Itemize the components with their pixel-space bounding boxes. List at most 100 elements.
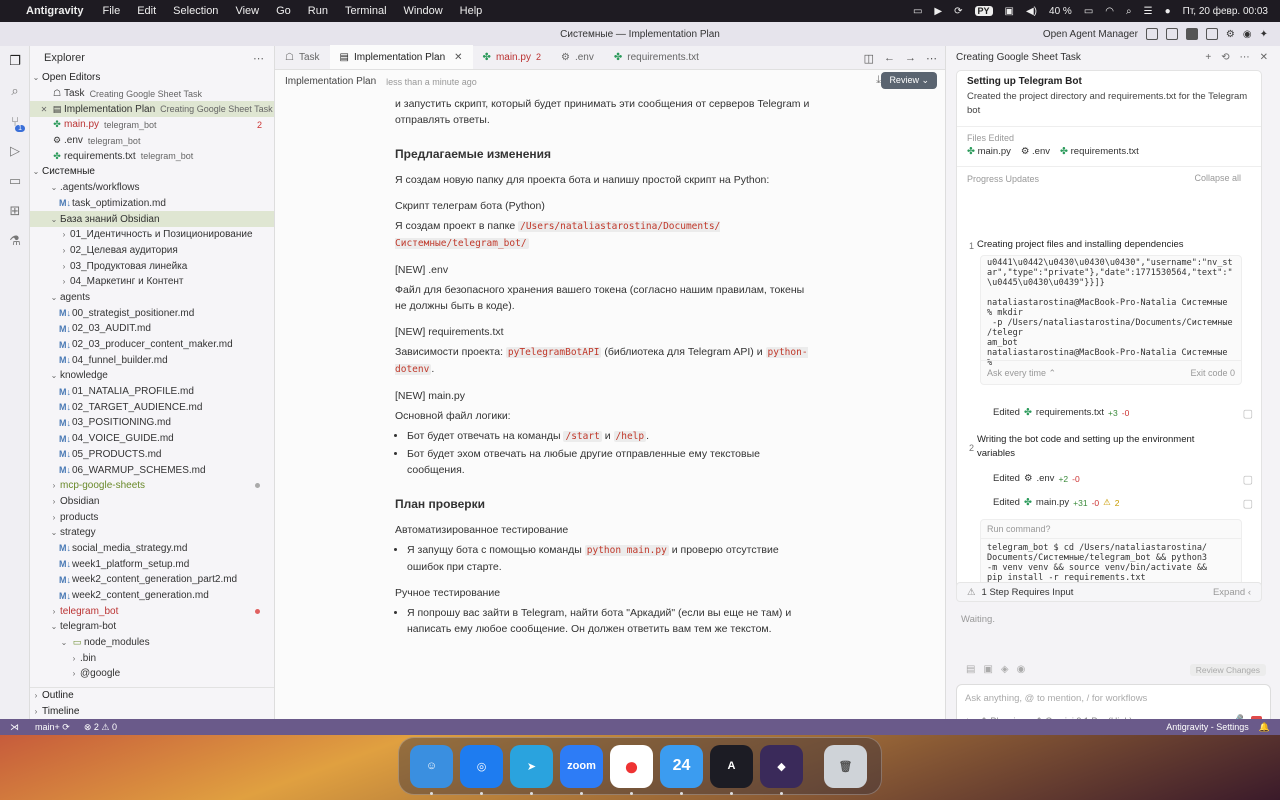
review-button[interactable]: Review ⌄ bbox=[881, 72, 937, 89]
menu-file[interactable]: File bbox=[102, 5, 120, 17]
folder-item[interactable]: › .bin bbox=[30, 650, 274, 666]
file-icon[interactable]: ▤ bbox=[966, 664, 975, 675]
file-item[interactable]: M↓ 00_strategist_positioner.md bbox=[30, 305, 274, 321]
file-item[interactable]: M↓ 03_POSITIONING.md bbox=[30, 415, 274, 431]
download-icon[interactable]: ⤓ bbox=[876, 74, 881, 87]
folder-item[interactable]: ⌄ ▭ node_modules bbox=[30, 635, 274, 651]
file-item[interactable]: M↓ 01_NATALIA_PROFILE.md bbox=[30, 384, 274, 400]
dock-app-calendar-24[interactable]: 24 bbox=[660, 744, 703, 795]
open-file-icon[interactable]: ▢ bbox=[1243, 407, 1253, 420]
expand-button[interactable]: Expand ‹ bbox=[1213, 587, 1251, 598]
menu-run[interactable]: Run bbox=[308, 5, 328, 17]
split-editor-icon[interactable]: ◫ bbox=[864, 52, 874, 65]
file-item[interactable]: M↓ 04_VOICE_GUIDE.md bbox=[30, 431, 274, 447]
folder-item[interactable]: › products bbox=[30, 509, 274, 525]
dock-app-obsidian[interactable]: ◆ bbox=[760, 744, 803, 795]
window-icon[interactable]: ▣ bbox=[1005, 6, 1014, 17]
media-icon[interactable]: ◈ bbox=[1001, 664, 1009, 675]
open-editor-item[interactable]: ✤ main.py telegram_bot 2 bbox=[30, 117, 274, 133]
extensions-icon[interactable]: ✦ bbox=[1260, 29, 1268, 40]
toggle-agent-panel-icon[interactable] bbox=[1185, 28, 1198, 40]
search-icon[interactable]: ⌕ bbox=[0, 76, 30, 106]
control-center-icon[interactable]: ☰ bbox=[1144, 6, 1153, 17]
branch-indicator[interactable]: main+ ⟳ bbox=[35, 722, 70, 733]
open-editor-item[interactable]: ⚙ .env telegram_bot bbox=[30, 133, 274, 149]
tab-task[interactable]: ☖ Task bbox=[275, 45, 330, 69]
folder-item[interactable]: › 02_Целевая аудитория bbox=[30, 243, 274, 259]
folder-item[interactable]: ⌄ .agents / workflows bbox=[30, 180, 274, 196]
user-icon[interactable]: ● bbox=[1165, 6, 1171, 17]
requires-input-bar[interactable]: ⚠ 1 Step Requires Input Expand ‹ bbox=[956, 582, 1262, 602]
extensions-icon[interactable]: ⊞ bbox=[0, 196, 30, 226]
open-editor-item[interactable]: ☖ Task Creating Google Sheet Task bbox=[30, 86, 274, 102]
close-icon[interactable]: ✕ bbox=[38, 105, 50, 114]
remote-icon[interactable]: ▭ bbox=[0, 166, 30, 196]
dock-app-zoom[interactable]: zoom bbox=[560, 744, 603, 795]
file-item[interactable]: M↓ week1_platform_setup.md bbox=[30, 556, 274, 572]
folder-item[interactable]: › telegram_bot bbox=[30, 603, 274, 619]
run-debug-icon[interactable]: ▷ bbox=[0, 136, 30, 166]
open-file-icon[interactable]: ▢ bbox=[1243, 473, 1253, 486]
file-item[interactable]: M↓ week2_content_generation_part2.md bbox=[30, 572, 274, 588]
file-item[interactable]: M↓ task_optimization.md bbox=[30, 196, 274, 212]
menu-selection[interactable]: Selection bbox=[173, 5, 218, 17]
folder-item[interactable]: › Obsidian bbox=[30, 494, 274, 510]
more-actions-icon[interactable]: ⋯ bbox=[253, 52, 264, 65]
tab-main-py[interactable]: ✤ main.py 2 bbox=[473, 45, 551, 69]
close-icon[interactable]: ✕ bbox=[454, 52, 462, 63]
menu-edit[interactable]: Edit bbox=[137, 5, 156, 17]
flask-icon[interactable]: ⚗ bbox=[0, 226, 30, 256]
file-item[interactable]: M↓ 02_03_producer_content_maker.md bbox=[30, 337, 274, 353]
layout-icon[interactable] bbox=[1205, 28, 1218, 40]
add-icon[interactable]: + bbox=[1205, 52, 1211, 63]
folder-item[interactable]: › 04_Маркетинг и Контент bbox=[30, 274, 274, 290]
account-icon[interactable]: ◉ bbox=[1243, 29, 1252, 40]
more-icon[interactable]: ⋯ bbox=[926, 52, 937, 65]
folder-item[interactable]: › 03_Продуктовая линейка bbox=[30, 258, 274, 274]
dock-app-trash[interactable]: 🗑 bbox=[824, 744, 867, 788]
chat-input[interactable]: Ask anything, @ to mention, / for workfl… bbox=[957, 685, 1270, 712]
settings-gear-icon[interactable]: ⚙ bbox=[1226, 29, 1235, 40]
folder-item[interactable]: ⌄ telegram-bot bbox=[30, 619, 274, 635]
settings-link[interactable]: Antigravity - Settings bbox=[1166, 722, 1249, 732]
edited-env[interactable]: Edited ⚙ .env +2 -0 bbox=[993, 473, 1080, 484]
explorer-icon[interactable]: ❐ bbox=[0, 46, 30, 76]
edited-requirements[interactable]: Edited ✤ requirements.txt +3 -0 bbox=[993, 407, 1129, 418]
folder-item[interactable]: ⌄ agents bbox=[30, 290, 274, 306]
tab-requirements[interactable]: ✤ requirements.txt bbox=[604, 45, 709, 69]
dock-app-finder[interactable]: ☺ bbox=[410, 744, 453, 795]
toggle-sidebar-icon[interactable] bbox=[1145, 28, 1158, 40]
open-editor-item[interactable]: ✤ requirements.txt telegram_bot bbox=[30, 148, 274, 164]
file-item[interactable]: M↓ 05_PRODUCTS.md bbox=[30, 447, 274, 463]
clock[interactable]: Пт, 20 февр. 00:03 bbox=[1183, 6, 1268, 17]
toggle-panel-icon[interactable] bbox=[1165, 28, 1178, 40]
forward-icon[interactable]: → bbox=[905, 52, 916, 64]
open-editors-header[interactable]: ⌄ Open Editors bbox=[30, 70, 274, 86]
terminal-output[interactable]: u0441\u0442\u0430\u0430\u0430","username… bbox=[980, 255, 1242, 385]
outline-section[interactable]: › Outline bbox=[30, 688, 274, 704]
dock-app-safari[interactable]: ◎ bbox=[460, 744, 503, 795]
image-icon[interactable]: ▣ bbox=[983, 664, 992, 675]
input-language[interactable]: PY bbox=[974, 6, 993, 16]
folder-item[interactable]: ⌄ База знаний Obsidian bbox=[30, 211, 274, 227]
close-icon[interactable]: ✕ bbox=[1260, 52, 1268, 63]
search-icon[interactable]: ⌕ bbox=[1126, 6, 1132, 17]
edited-main[interactable]: Edited ✤ main.py +31 -0 ⚠ 2 bbox=[993, 497, 1120, 508]
source-control-icon[interactable]: ⑂ 1 bbox=[0, 106, 30, 136]
timeline-section[interactable]: › Timeline bbox=[30, 703, 274, 719]
collapse-all-button[interactable]: Collapse all bbox=[1194, 173, 1241, 183]
play-icon[interactable]: ▶ bbox=[934, 6, 942, 17]
back-icon[interactable]: ← bbox=[884, 52, 895, 64]
screen-share-icon[interactable]: ▭ bbox=[913, 6, 922, 17]
menu-view[interactable]: View bbox=[235, 5, 259, 17]
menu-go[interactable]: Go bbox=[276, 5, 291, 17]
open-agent-manager-link[interactable]: Open Agent Manager bbox=[1043, 29, 1138, 40]
open-editor-item[interactable]: ✕ ▤ Implementation Plan Creating Google She… bbox=[30, 101, 274, 118]
ask-every-time-dropdown[interactable]: Ask every time ⌃ bbox=[987, 368, 1056, 378]
menu-help[interactable]: Help bbox=[460, 5, 483, 17]
folder-item[interactable]: › 01_Идентичность и Позиционирование bbox=[30, 227, 274, 243]
file-item[interactable]: M↓ week2_content_generation.md bbox=[30, 588, 274, 604]
wifi-icon[interactable]: ◠ bbox=[1105, 6, 1114, 17]
dock-app-telegram[interactable]: ➤ bbox=[510, 744, 553, 795]
file-chip-env[interactable]: ⚙ .env bbox=[1021, 146, 1050, 157]
